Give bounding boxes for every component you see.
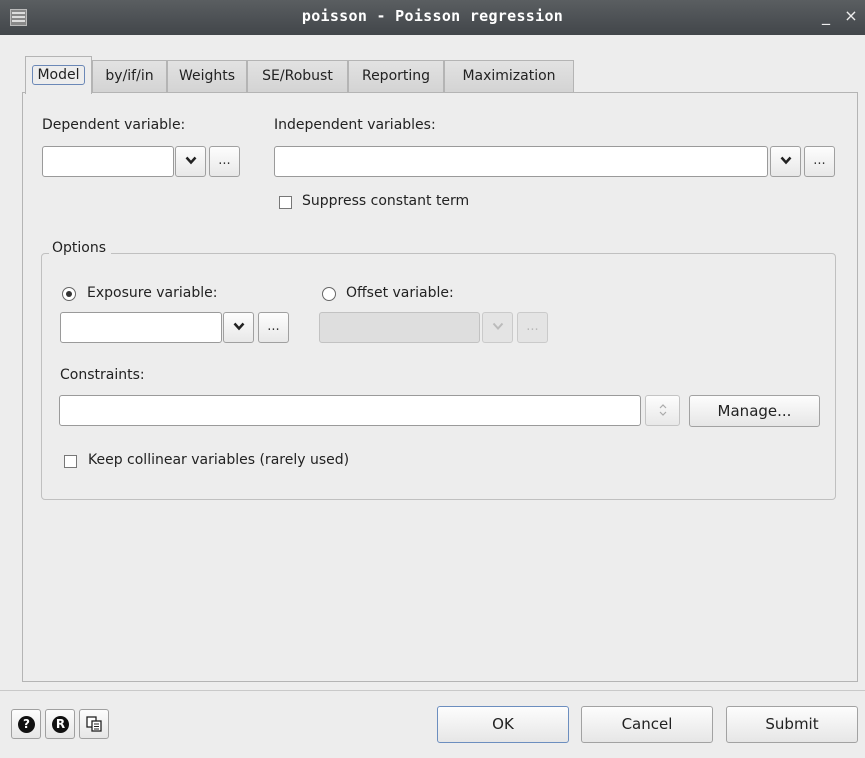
title-bar[interactable]: poisson - Poisson regression _ × — [0, 0, 865, 35]
independent-variables-input[interactable] — [274, 146, 768, 177]
reset-button[interactable]: R — [45, 709, 75, 739]
dependent-variable-dropdown[interactable] — [175, 146, 206, 177]
keep-collinear-label[interactable]: Keep collinear variables (rarely used) — [88, 452, 349, 468]
help-icon: ? — [18, 716, 35, 733]
dependent-variable-input[interactable] — [42, 146, 174, 177]
dependent-variable-label: Dependent variable: — [42, 117, 186, 133]
window-title: poisson - Poisson regression — [301, 7, 564, 25]
exposure-variable-label[interactable]: Exposure variable: — [87, 285, 217, 301]
ok-button[interactable]: OK — [437, 706, 569, 743]
constraints-spinner[interactable] — [645, 395, 680, 426]
offset-variable-input — [319, 312, 480, 343]
tab-by-if-in[interactable]: by/if/in — [92, 60, 167, 93]
tab-weights[interactable]: Weights — [167, 60, 247, 93]
copy-icon — [86, 716, 102, 732]
offset-variable-browse-button: ... — [517, 312, 548, 343]
minimize-button[interactable]: _ — [817, 6, 835, 26]
independent-variables-dropdown[interactable] — [770, 146, 801, 177]
close-button[interactable]: × — [842, 6, 860, 26]
tab-reporting[interactable]: Reporting — [348, 60, 444, 93]
chevron-down-icon — [185, 156, 196, 165]
submit-button[interactable]: Submit — [726, 706, 858, 743]
tab-maximization[interactable]: Maximization — [444, 60, 574, 93]
offset-variable-dropdown — [482, 312, 513, 343]
cancel-button[interactable]: Cancel — [581, 706, 713, 743]
independent-variables-browse-button[interactable]: ... — [804, 146, 835, 177]
suppress-constant-label[interactable]: Suppress constant term — [302, 193, 469, 209]
chevron-down-icon — [780, 156, 791, 165]
exposure-variable-input[interactable] — [60, 312, 222, 343]
up-down-arrows-icon — [659, 404, 666, 416]
tab-model-label: Model — [32, 65, 85, 85]
independent-variables-label: Independent variables: — [274, 117, 436, 133]
keep-collinear-checkbox[interactable] — [64, 455, 77, 468]
dependent-variable-browse-button[interactable]: ... — [209, 146, 240, 177]
chevron-down-icon — [492, 322, 503, 330]
tab-se-robust[interactable]: SE/Robust — [247, 60, 348, 93]
constraints-input[interactable] — [59, 395, 641, 426]
tab-model[interactable]: Model — [25, 56, 92, 94]
offset-variable-radio[interactable] — [322, 287, 336, 301]
options-group-title: Options — [49, 240, 112, 256]
exposure-variable-dropdown[interactable] — [223, 312, 254, 343]
suppress-constant-checkbox[interactable] — [279, 196, 292, 209]
chevron-down-icon — [233, 322, 244, 331]
footer-separator — [0, 690, 865, 691]
manage-constraints-button[interactable]: Manage... — [689, 395, 820, 427]
reset-icon: R — [52, 716, 69, 733]
copy-command-button[interactable] — [79, 709, 109, 739]
offset-variable-label[interactable]: Offset variable: — [346, 285, 454, 301]
exposure-variable-radio[interactable] — [62, 287, 76, 301]
constraints-label: Constraints: — [60, 367, 145, 383]
help-button[interactable]: ? — [11, 709, 41, 739]
exposure-variable-browse-button[interactable]: ... — [258, 312, 289, 343]
